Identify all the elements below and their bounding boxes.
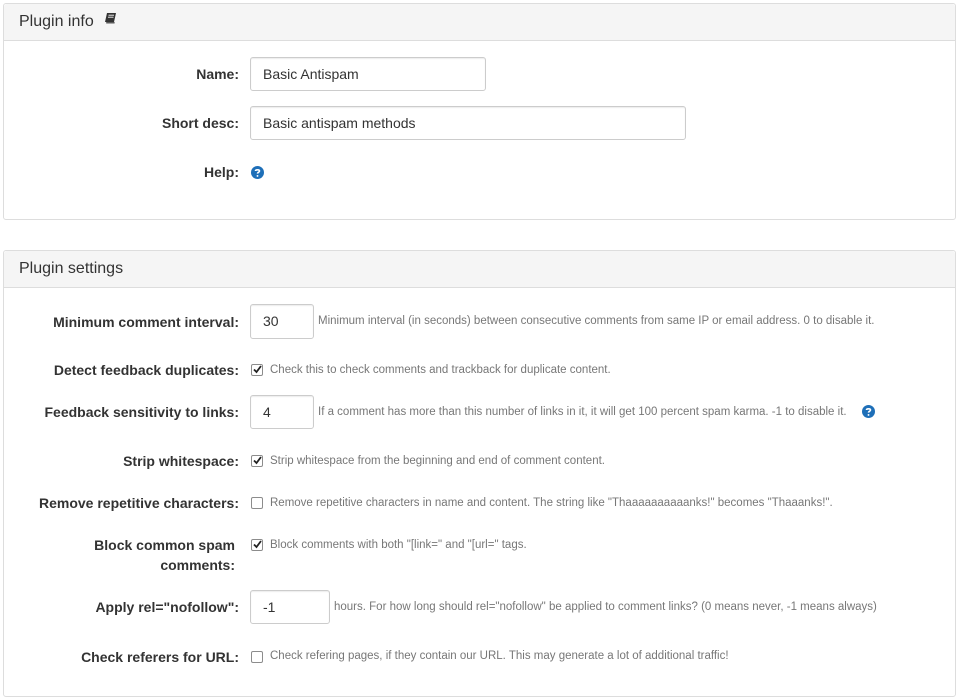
plugin-info-title: Plugin info	[19, 13, 94, 30]
nofollow-note: hours. For how long should rel="nofollow…	[334, 601, 877, 613]
min-interval-input[interactable]: 30	[250, 304, 314, 339]
plugin-settings-heading: Plugin settings	[4, 251, 955, 288]
question-circle-icon[interactable]	[862, 405, 875, 421]
name-input[interactable]: Basic Antispam	[250, 57, 486, 91]
check-referers-note: Check refering pages, if they contain ou…	[270, 650, 729, 662]
question-circle-icon[interactable]	[251, 166, 264, 182]
link-sensitivity-note: If a comment has more than this number o…	[318, 406, 847, 418]
block-spam-label: Block common spam comments:	[94, 537, 235, 573]
min-interval-label: Minimum comment interval:	[53, 314, 239, 330]
detect-duplicates-checkbox[interactable]	[251, 364, 263, 376]
remove-repetitive-note: Remove repetitive characters in name and…	[270, 497, 833, 509]
block-spam-note: Block comments with both "[link=" and "[…	[270, 539, 527, 551]
check-referers-label: Check referers for URL:	[81, 649, 239, 665]
checkmark-icon	[253, 456, 262, 465]
short-desc-label: Short desc:	[161, 115, 239, 131]
block-spam-checkbox[interactable]	[251, 539, 263, 551]
min-interval-note: Minimum interval (in seconds) between co…	[318, 315, 875, 327]
detect-duplicates-note: Check this to check comments and trackba…	[270, 364, 611, 376]
link-sensitivity-label: Feedback sensitivity to links:	[44, 404, 239, 420]
help-label: Help:	[204, 164, 239, 180]
plugin-settings-title: Plugin settings	[19, 260, 124, 277]
link-sensitivity-input[interactable]: 4	[250, 395, 314, 429]
book-icon	[104, 2, 117, 38]
name-label: Name:	[196, 66, 239, 82]
strip-whitespace-note: Strip whitespace from the beginning and …	[270, 455, 605, 467]
detect-duplicates-label: Detect feedback duplicates:	[53, 362, 239, 378]
check-referers-checkbox[interactable]	[251, 651, 263, 663]
short-desc-input[interactable]: Basic antispam methods	[250, 106, 686, 140]
checkmark-icon	[253, 365, 262, 374]
checkmark-icon	[253, 540, 262, 549]
plugin-info-heading: Plugin info	[4, 4, 955, 41]
strip-whitespace-label: Strip whitespace:	[123, 453, 239, 469]
remove-repetitive-checkbox[interactable]	[251, 497, 263, 509]
nofollow-input[interactable]: -1	[250, 590, 330, 624]
remove-repetitive-label: Remove repetitive characters:	[39, 495, 239, 511]
strip-whitespace-checkbox[interactable]	[251, 455, 263, 467]
nofollow-label: Apply rel="nofollow":	[95, 599, 239, 615]
